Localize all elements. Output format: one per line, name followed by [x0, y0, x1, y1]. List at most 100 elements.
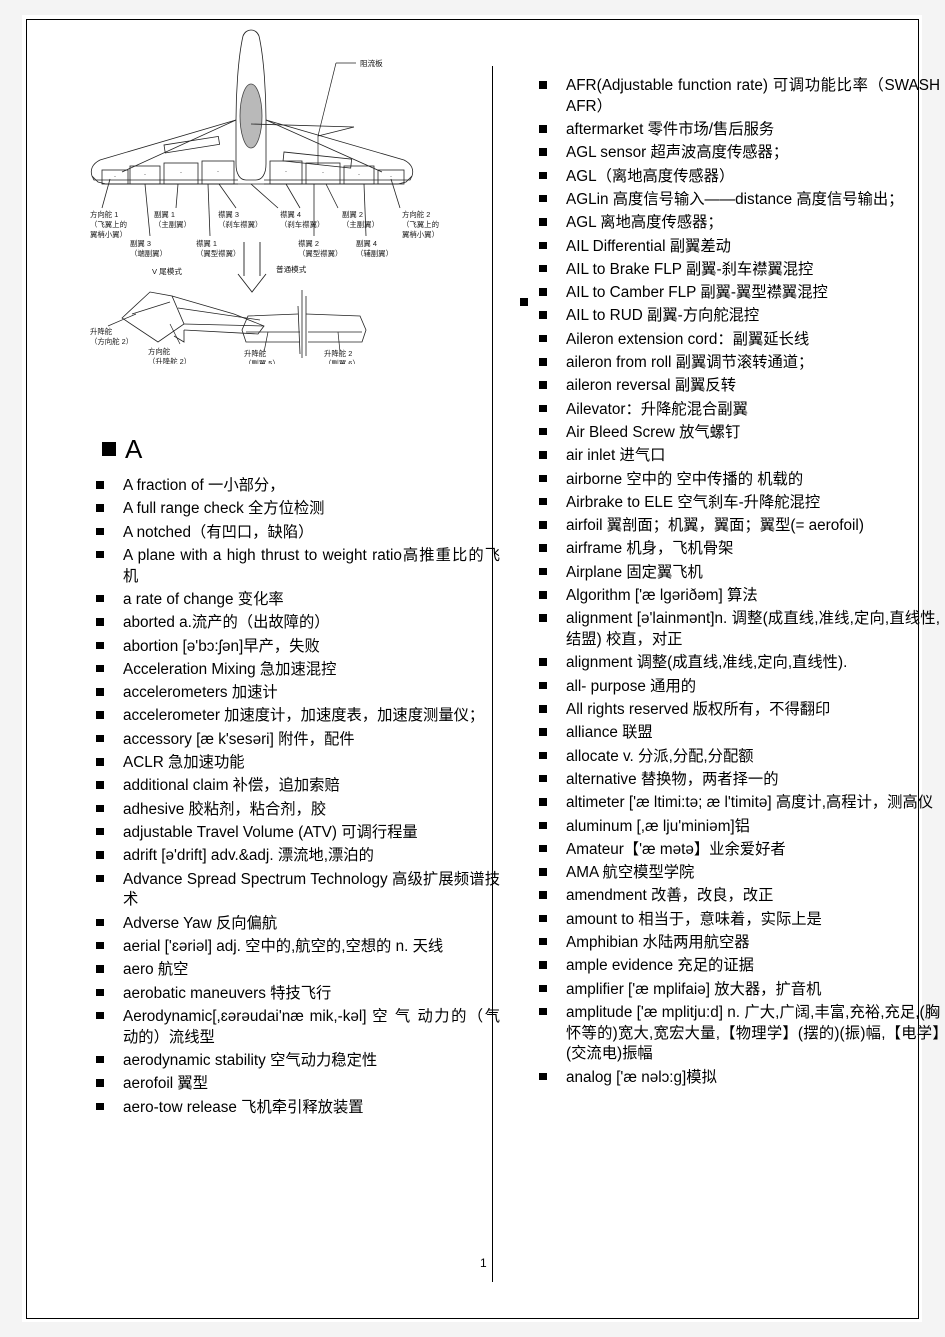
section-heading-a: A	[102, 436, 500, 462]
section-heading-bullet-icon	[102, 442, 116, 456]
aircraft-diagram-figure: 阻流板 方向舵 1 （飞翼上的 翼梢小翼） 副翼 1 （主副翼） 襟翼 3 （刹…	[88, 24, 528, 364]
glossary-entry: AGL sensor 超声波高度传感器；	[520, 143, 940, 164]
glossary-entry: adrift [ə'drift] adv.&adj. 漂流地,漂泊的	[80, 846, 500, 867]
glossary-entry: analog ['æ nəlɔ:g]模拟	[520, 1068, 940, 1089]
svg-text:（刹车襟翼）: （刹车襟翼）	[280, 220, 324, 229]
glossary-entry: Aerodynamic[,ɛərəudai'næ mik,-kəl] 空 气 动…	[80, 1007, 500, 1049]
figure-labels-row2: 副翼 3 （端副翼） 襟翼 1 （翼型襟翼） 襟翼 2 （翼型襟翼） 副翼 4 …	[130, 239, 393, 258]
glossary-entry: alignment 调整(成直线,准线,定向,直线性).	[520, 653, 940, 674]
glossary-entry: AFR(Adjustable function rate) 可调功能比率（SWA…	[520, 76, 940, 118]
svg-text:襟翼 2: 襟翼 2	[298, 239, 319, 248]
glossary-entry: Ailevator：升降舵混合副翼	[520, 400, 940, 421]
svg-text:（翼型襟翼）: （翼型襟翼）	[298, 249, 342, 258]
glossary-entry: Airplane 固定翼飞机	[520, 563, 940, 584]
glossary-entry: A full range check 全方位检测	[80, 499, 500, 520]
figure-vtail-labels: 升降舵 （方向舵 2） 方向舵 （升降舵 2）	[90, 327, 191, 364]
glossary-entry: Acceleration Mixing 急加速混控	[80, 660, 500, 681]
glossary-entry: AGL 离地高度传感器；	[520, 213, 940, 234]
glossary-entry: abortion [ə'bɔ:ʃən]早产，失败	[80, 637, 500, 658]
glossary-entry: AIL Differential 副翼差动	[520, 237, 940, 258]
right-column: AFR(Adjustable function rate) 可调功能比率（SWA…	[520, 76, 940, 1091]
glossary-entry: aerobatic maneuvers 特技飞行	[80, 984, 500, 1005]
glossary-entry: alliance 联盟	[520, 723, 940, 744]
glossary-entry: aero-tow release 飞机牵引释放装置	[80, 1098, 500, 1119]
page-content: 阻流板 方向舵 1 （飞翼上的 翼梢小翼） 副翼 1 （主副翼） 襟翼 3 （刹…	[30, 24, 940, 1314]
figure-callout-spoiler: 阻流板	[360, 58, 383, 68]
svg-text:（翼型襟翼）: （翼型襟翼）	[196, 249, 240, 258]
glossary-entry: Adverse Yaw 反向偏航	[80, 914, 500, 935]
glossary-entry: Air Bleed Screw 放气螺钉	[520, 423, 940, 444]
glossary-entry: AMA 航空模型学院	[520, 863, 940, 884]
svg-text:升降舵: 升降舵	[244, 349, 267, 358]
glossary-entry: AIL to RUD 副翼-方向舵混控	[520, 306, 940, 327]
glossary-entry: All rights reserved 版权所有，不得翻印	[520, 700, 940, 721]
glossary-entry: accelerometers 加速计	[80, 683, 500, 704]
glossary-entry: aileron from roll 副翼调节滚转通道；	[520, 353, 940, 374]
svg-text:（副翼 6）: （副翼 6）	[324, 359, 360, 364]
svg-text:（方向舵 2）: （方向舵 2）	[90, 337, 133, 346]
glossary-entry: amendment 改善，改良，改正	[520, 886, 940, 907]
svg-text:（端副翼）: （端副翼）	[130, 249, 167, 258]
glossary-list-left: A fraction of 一小部分， A full range check 全…	[80, 476, 500, 1118]
page-number: 1	[480, 1256, 487, 1270]
glossary-entry: a rate of change 变化率	[80, 590, 500, 611]
glossary-entry: aftermarket 零件市场/售后服务	[520, 120, 940, 141]
glossary-entry: Advance Spread Spectrum Technology 高级扩展频…	[80, 870, 500, 912]
glossary-entry: adhesive 胶粘剂，粘合剂，胶	[80, 800, 500, 821]
glossary-entry: alignment [ə'lainmənt]n. 调整(成直线,准线,定向,直线…	[520, 609, 940, 651]
svg-text:方向舵: 方向舵	[148, 347, 171, 356]
glossary-entry: aerodynamic stability 空气动力稳定性	[80, 1051, 500, 1072]
glossary-entry: Algorithm ['æ lgəriðəm] 算法	[520, 586, 940, 607]
svg-text:副翼 2: 副翼 2	[342, 210, 363, 219]
glossary-entry: A plane with a high thrust to weight rat…	[80, 546, 500, 588]
aircraft-diagram-svg: 阻流板 方向舵 1 （飞翼上的 翼梢小翼） 副翼 1 （主副翼） 襟翼 3 （刹…	[90, 29, 439, 364]
svg-text:襟翼 3: 襟翼 3	[218, 210, 239, 219]
glossary-entry: AGLin 高度信号输入——distance 高度信号输出；	[520, 190, 940, 211]
figure-mode-normal-title: 普通模式	[276, 264, 307, 274]
glossary-entry: airfoil 翼剖面；机翼，翼面；翼型(= aerofoil)	[520, 516, 940, 537]
glossary-entry: AIL to Camber FLP 副翼-翼型襟翼混控	[520, 283, 940, 304]
figure-mode-vtail-title: V 尾模式	[152, 266, 182, 276]
glossary-entry: additional claim 补偿，追加索赔	[80, 776, 500, 797]
glossary-entry: accelerometer 加速度计，加速度表，加速度测量仪；	[80, 706, 500, 727]
glossary-entry: aborted a.流产的（出故障的）	[80, 613, 500, 634]
glossary-entry: aerial ['ɛəriəl] adj. 空中的,航空的,空想的 n. 天线	[80, 937, 500, 958]
glossary-entry: accessory [æ k'sesəri] 附件，配件	[80, 730, 500, 751]
svg-text:方向舵 2: 方向舵 2	[402, 210, 430, 219]
figure-labels-row1: 方向舵 1 （飞翼上的 翼梢小翼） 副翼 1 （主副翼） 襟翼 3 （刹车襟翼）…	[90, 210, 439, 239]
svg-text:副翼 3: 副翼 3	[130, 239, 151, 248]
svg-text:（副翼 5）: （副翼 5）	[244, 359, 280, 364]
svg-text:襟翼 4: 襟翼 4	[280, 210, 301, 219]
svg-text:（辅副翼）: （辅副翼）	[356, 249, 393, 258]
glossary-entry: A fraction of 一小部分，	[80, 476, 500, 497]
glossary-entry: aileron reversal 副翼反转	[520, 376, 940, 397]
svg-text:副翼 4: 副翼 4	[356, 239, 377, 248]
svg-text:副翼 1: 副翼 1	[154, 210, 175, 219]
svg-text:（主副翼）: （主副翼）	[342, 220, 379, 229]
svg-text:（主副翼）: （主副翼）	[154, 220, 191, 229]
svg-text:（飞翼上的: （飞翼上的	[402, 220, 439, 229]
glossary-entry: AIL to Brake FLP 副翼-刹车襟翼混控	[520, 260, 940, 281]
svg-text:襟翼 1: 襟翼 1	[196, 239, 217, 248]
glossary-entry: adjustable Travel Volume (ATV) 可调行程量	[80, 823, 500, 844]
svg-text:翼梢小翼）: 翼梢小翼）	[402, 230, 439, 239]
glossary-entry: amplifier ['æ mplifaiə] 放大器，扩音机	[520, 980, 940, 1001]
glossary-entry: aluminum [,æ lju'miniəm]铝	[520, 817, 940, 838]
glossary-entry: amplitude ['æ mplitju:d] n. 广大,广阔,丰富,充裕,…	[520, 1003, 940, 1065]
glossary-entry: ACLR 急加速功能	[80, 753, 500, 774]
glossary-entry: air inlet 进气口	[520, 446, 940, 467]
glossary-entry: altimeter ['æ ltimi:tə; æ l'timitə] 高度计,…	[520, 793, 940, 814]
svg-text:方向舵 1: 方向舵 1	[90, 210, 118, 219]
svg-text:（升降舵 2）: （升降舵 2）	[148, 357, 191, 364]
svg-text:翼梢小翼）: 翼梢小翼）	[90, 230, 127, 239]
glossary-list-right: AFR(Adjustable function rate) 可调功能比率（SWA…	[520, 76, 940, 1089]
glossary-entry: Aileron extension cord：副翼延长线	[520, 330, 940, 351]
glossary-entry: airborne 空中的 空中传播的 机载的	[520, 470, 940, 491]
glossary-entry: aero 航空	[80, 960, 500, 981]
glossary-entry: amount to 相当于，意味着，实际上是	[520, 910, 940, 931]
glossary-entry: all- purpose 通用的	[520, 677, 940, 698]
glossary-entry: Amphibian 水陆两用航空器	[520, 933, 940, 954]
glossary-entry: allocate v. 分派,分配,分配额	[520, 747, 940, 768]
left-column: 阻流板 方向舵 1 （飞翼上的 翼梢小翼） 副翼 1 （主副翼） 襟翼 3 （刹…	[80, 24, 528, 1121]
glossary-entry: alternative 替换物，两者择一的	[520, 770, 940, 791]
